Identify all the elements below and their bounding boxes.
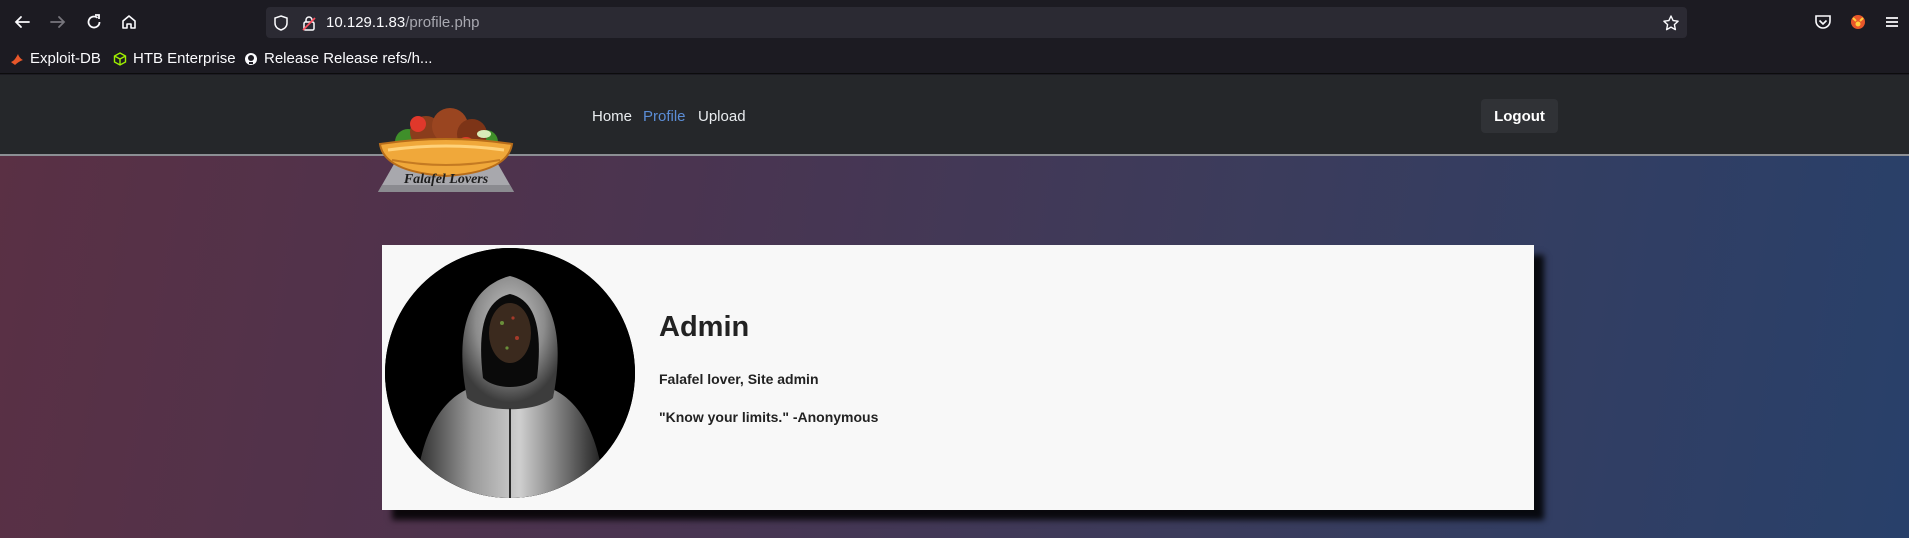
menu-icon[interactable] [1882,12,1902,32]
github-icon [245,52,257,65]
site-navbar: Home Profile Upload Logout [0,75,1909,156]
browser-toolbar: 10.129.1.83/profile.php [0,0,1909,44]
nav-home-link[interactable]: Home [592,108,632,125]
profile-quote: "Know your limits." -Anonymous [659,409,879,425]
url-bar[interactable]: 10.129.1.83/profile.php [266,7,1687,38]
home-icon [122,15,136,29]
exploit-db-icon [11,53,23,65]
logout-button[interactable]: Logout [1481,99,1558,133]
reload-icon [87,14,101,29]
profile-role: Falafel lover, Site admin [659,371,819,387]
bookmark-star-icon[interactable] [1662,14,1680,32]
htb-cube-icon [113,51,127,66]
url-text: 10.129.1.83/profile.php [326,14,479,31]
bookmark-label: Exploit-DB [30,50,101,67]
url-path: /profile.php [405,14,480,31]
logo-text: Falafel Lovers [403,172,489,187]
forward-button[interactable] [46,10,70,34]
reload-button[interactable] [82,10,106,34]
extension-fox-icon[interactable] [1848,12,1868,32]
bookmark-htb-enterprise[interactable]: HTB Enterprise [113,50,236,67]
insecure-lock-icon[interactable] [300,14,318,32]
back-button[interactable] [10,10,34,34]
arrow-right-icon [50,16,66,28]
arrow-left-icon [14,16,30,28]
falafel-bowl-logo: Falafel Lovers [378,108,514,192]
nav-upload-link[interactable]: Upload [698,108,746,125]
bookmark-release[interactable]: Release Release refs/h... [244,50,432,67]
pocket-icon[interactable] [1813,12,1833,32]
bookmarks-bar: Exploit-DB HTB Enterprise Release Releas… [0,44,1909,74]
bookmark-exploit-db[interactable]: Exploit-DB [10,50,101,67]
nav-profile-link[interactable]: Profile [643,108,686,125]
profile-card: Admin Falafel lover, Site admin "Know yo… [382,245,1534,510]
profile-name: Admin [659,311,750,343]
bookmark-label: HTB Enterprise [133,50,236,67]
bookmark-label: Release Release refs/h... [264,50,433,67]
shield-icon[interactable] [272,14,290,32]
profile-avatar [385,248,635,498]
site-logo[interactable]: Falafel Lovers [374,104,518,192]
hooded-figure-image [385,248,635,498]
url-host: 10.129.1.83 [326,14,406,31]
page-content: Home Profile Upload Logout Falafel Lover… [0,75,1909,538]
home-button[interactable] [117,10,141,34]
